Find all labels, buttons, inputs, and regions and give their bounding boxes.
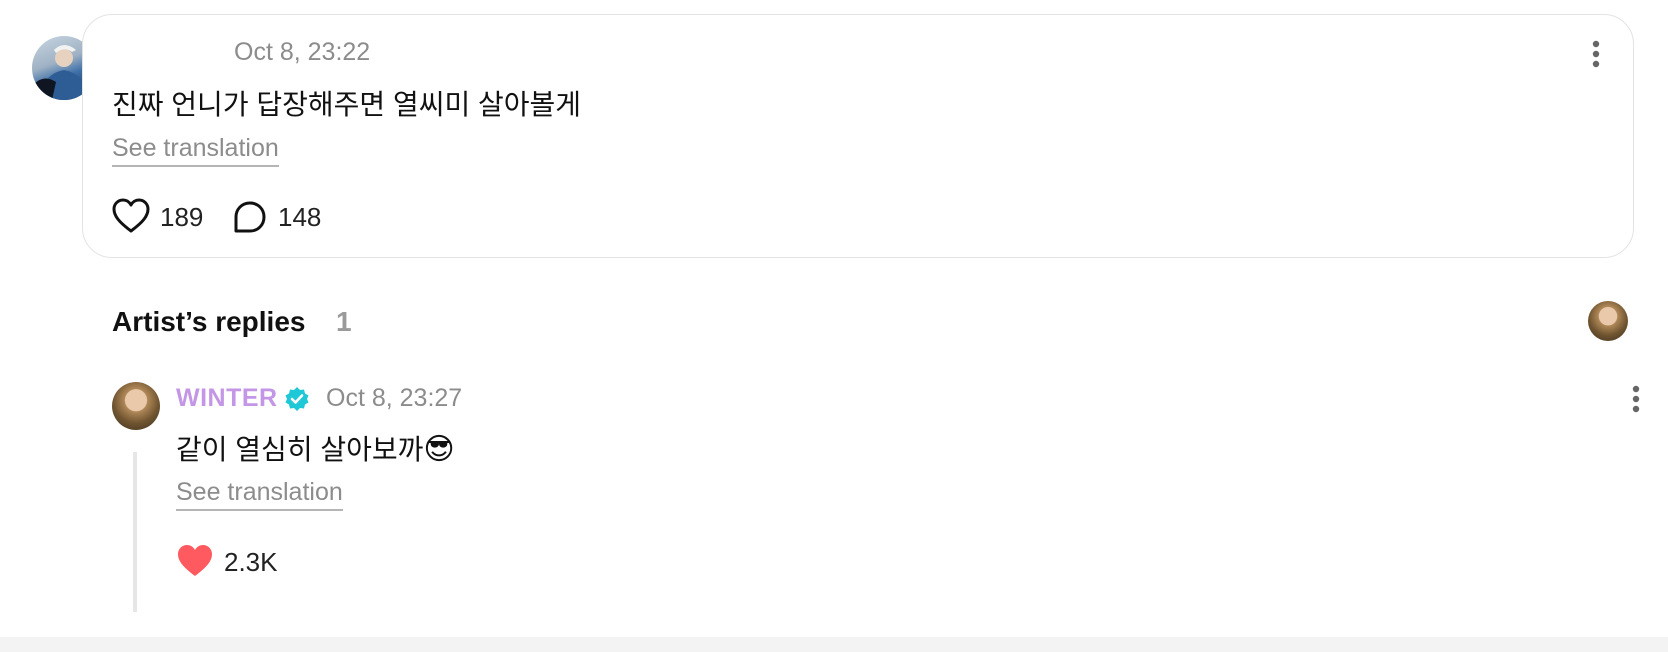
reply-see-translation-link[interactable]: See translation — [176, 478, 343, 511]
reply-text: 같이 열심히 살아보까 — [176, 434, 424, 465]
more-vertical-icon — [1592, 40, 1600, 68]
bottom-divider — [0, 637, 1668, 652]
more-vertical-icon — [1632, 385, 1640, 413]
artist-name[interactable]: WINTER — [176, 384, 278, 413]
reply-more-button[interactable] — [1631, 384, 1641, 414]
artist-replies-title: Artist’s replies — [112, 306, 306, 337]
verified-check-icon — [285, 387, 309, 411]
reply-like-count: 2.3K — [224, 547, 278, 577]
reply-timestamp: Oct 8, 23:27 — [326, 384, 463, 412]
artist-avatar-small[interactable] — [1588, 301, 1628, 341]
reply-like-button[interactable] — [176, 543, 216, 581]
comment-text: 진짜 언니가 답장해주면 열씨미 살아볼게 — [112, 89, 582, 120]
like-button[interactable] — [112, 198, 152, 236]
reply-thread-line — [133, 452, 137, 612]
heart-filled-icon — [178, 545, 212, 576]
sunglasses-emoji-icon: 😎 — [423, 433, 455, 466]
heart-outline-icon — [112, 198, 150, 233]
reply-button[interactable] — [233, 200, 269, 236]
artist-avatar[interactable] — [112, 382, 160, 430]
see-translation-link[interactable]: See translation — [112, 134, 279, 167]
comment-timestamp: Oct 8, 23:22 — [234, 38, 371, 66]
verified-badge — [284, 386, 310, 412]
reply-text-row: 같이 열심히 살아보까😎 — [176, 428, 455, 468]
artist-replies-count: 1 — [336, 306, 352, 337]
comment-bubble-icon — [234, 201, 266, 233]
reply-count: 148 — [278, 202, 322, 232]
comment-more-button[interactable] — [1591, 39, 1601, 69]
like-count: 189 — [160, 202, 204, 232]
